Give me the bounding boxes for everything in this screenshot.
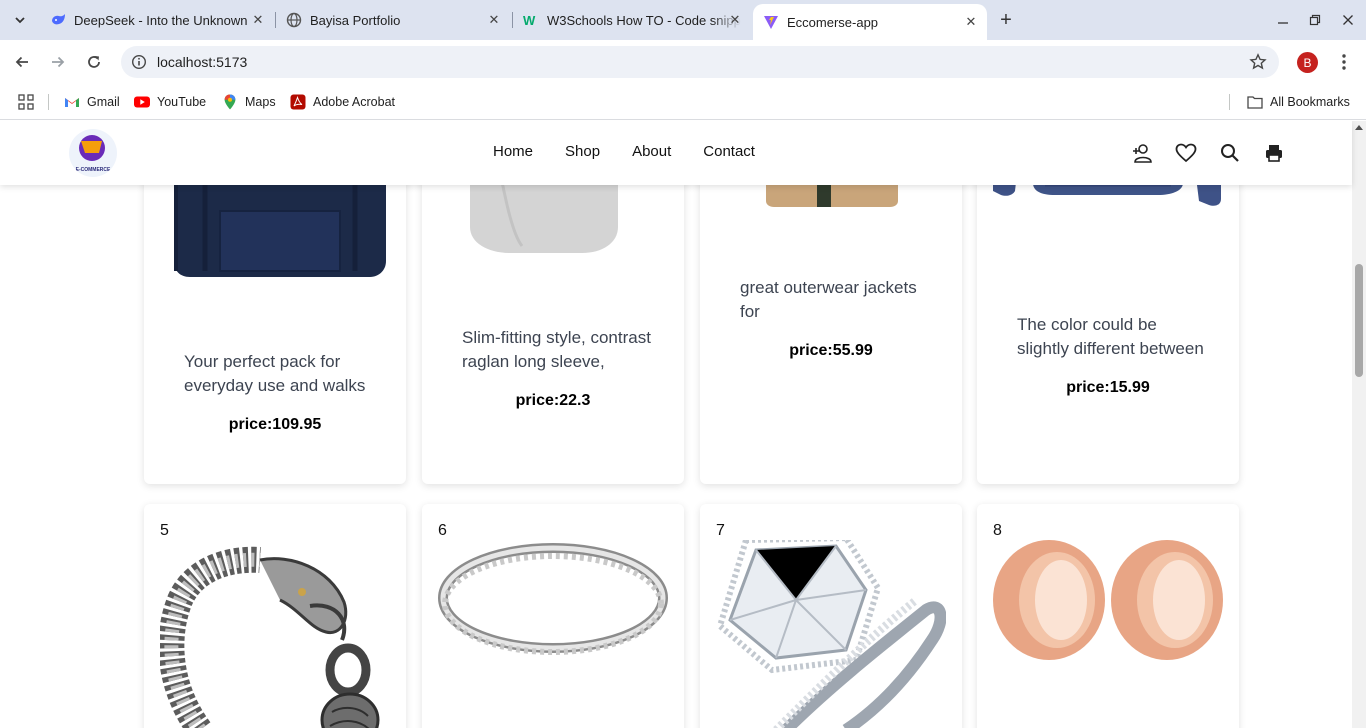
restore-icon [1309,14,1321,26]
maps-pin-icon [222,94,238,110]
tab-bayisa-portfolio[interactable]: Bayisa Portfolio ✕ [276,0,510,40]
product-description: The color could be slightly different be… [1017,315,1204,358]
bookmark-label: Gmail [87,95,120,109]
bookmark-star-icon[interactable] [1249,53,1267,71]
kebab-menu-icon [1342,54,1346,70]
bookmark-maps[interactable]: Maps [222,92,276,112]
add-user-icon[interactable] [1130,141,1154,165]
svg-text:E-COMMERCE: E-COMMERCE [76,167,111,173]
youtube-icon [134,94,150,110]
globe-icon [286,12,302,28]
product-card[interactable]: 6 [422,504,684,728]
close-window-button[interactable] [1335,8,1361,32]
close-tab-icon[interactable]: ✕ [486,12,502,28]
scroll-thumb[interactable] [1355,264,1363,377]
tab-title: Eccomerse-app [787,14,879,30]
forward-button[interactable] [46,50,70,74]
product-description: Your perfect pack for everyday use and w… [184,352,366,395]
all-bookmarks-button[interactable]: All Bookmarks [1247,92,1350,112]
product-number: 5 [160,522,169,539]
reload-button[interactable] [82,50,106,74]
nav-shop[interactable]: Shop [565,143,600,160]
close-tab-icon[interactable]: ✕ [727,12,743,28]
site-header: E-COMMERCE Home Shop About Contact [0,121,1352,185]
vite-icon [763,14,779,30]
close-tab-icon[interactable]: ✕ [963,14,979,30]
product-price: price:22.3 [515,392,591,409]
gmail-icon [64,94,80,110]
tab-title: W3Schools How TO - Code snippets [547,12,741,28]
nav-home[interactable]: Home [493,143,533,160]
bookmark-label: Adobe Acrobat [313,95,396,109]
address-bar[interactable]: localhost:5173 [121,46,1279,78]
site-info-icon[interactable] [131,54,147,70]
page-scrollbar[interactable] [1352,121,1366,728]
scroll-up-arrow[interactable] [1355,125,1363,130]
tab-title: Bayisa Portfolio [310,12,401,28]
product-price: price:55.99 [789,342,873,359]
product-number: 7 [716,522,725,539]
bookmark-divider [48,94,49,110]
bookmarks-bar: Gmail YouTube Maps Adobe Acrobat All Boo… [0,84,1366,120]
product-number: 6 [438,522,447,539]
ecommerce-logo-icon: E-COMMERCE [76,135,111,173]
back-button[interactable] [10,50,34,74]
w3schools-icon: W [523,12,539,28]
diamond-ring-set-image [716,540,946,728]
arrow-left-icon [15,56,28,68]
nav-about[interactable]: About [632,143,671,160]
nav-contact[interactable]: Contact [703,143,755,160]
apps-button[interactable] [18,92,34,112]
url-text: localhost:5173 [157,54,248,70]
bookmark-adobe-acrobat[interactable]: Adobe Acrobat [290,92,395,112]
product-description: Slim-fitting style, contrast raglan long… [462,328,651,371]
profile-avatar[interactable]: B [1297,52,1318,73]
bookmark-label: Maps [245,95,276,109]
product-card[interactable]: 7 [700,504,962,728]
bookmark-gmail[interactable]: Gmail [64,92,120,112]
product-price: price:15.99 [1066,379,1150,396]
dragon-bracelet-image [160,546,380,728]
all-bookmarks-label: All Bookmarks [1270,95,1350,109]
main-nav: Home Shop About Contact [493,143,787,160]
minimize-icon [1278,22,1288,24]
tab-w3schools[interactable]: W W3Schools How TO - Code snippets ✕ [513,0,751,40]
restore-button[interactable] [1302,8,1328,32]
tab-search-button[interactable] [8,8,32,32]
product-card[interactable]: 5 [144,504,406,728]
product-number: 8 [993,522,1002,539]
minimize-button[interactable] [1270,8,1296,32]
site-logo[interactable]: E-COMMERCE [69,129,117,177]
svg-text:W: W [523,13,536,28]
chevron-down-icon [15,17,25,24]
bookmark-label: YouTube [157,95,207,109]
apps-grid-icon [18,94,34,110]
page-viewport: Your perfect pack for everyday use and w… [0,121,1366,728]
tab-title: DeepSeek - Into the Unknown [74,12,248,28]
close-icon [1343,15,1353,25]
arrow-right-icon [52,56,65,68]
reload-icon [88,56,100,68]
deepseek-icon [50,12,66,28]
silver-ring-image [438,543,668,655]
bookmark-youtube[interactable]: YouTube [134,92,206,112]
adobe-acrobat-icon [290,94,306,110]
bookmark-divider [1229,94,1230,110]
search-icon[interactable] [1218,141,1242,165]
tab-eccomerse-app[interactable]: Eccomerse-app ✕ [753,4,987,40]
browser-menu-button[interactable] [1334,52,1354,72]
product-description: great outerwear jackets for Spring/Autum… [740,278,917,321]
printer-icon[interactable] [1262,141,1286,165]
browser-toolbar: localhost:5173 B [0,40,1366,84]
folder-icon [1247,94,1263,110]
tab-strip: DeepSeek - Into the Unknown ✕ Bayisa Por… [0,0,1366,40]
rose-gold-plugs-image [993,540,1223,660]
product-card[interactable]: 8 [977,504,1239,728]
close-tab-icon[interactable]: ✕ [250,12,266,28]
heart-icon[interactable] [1174,141,1198,165]
product-price: price:109.95 [228,416,322,433]
new-tab-button[interactable]: + [994,8,1018,32]
tab-deepseek[interactable]: DeepSeek - Into the Unknown ✕ [40,0,274,40]
